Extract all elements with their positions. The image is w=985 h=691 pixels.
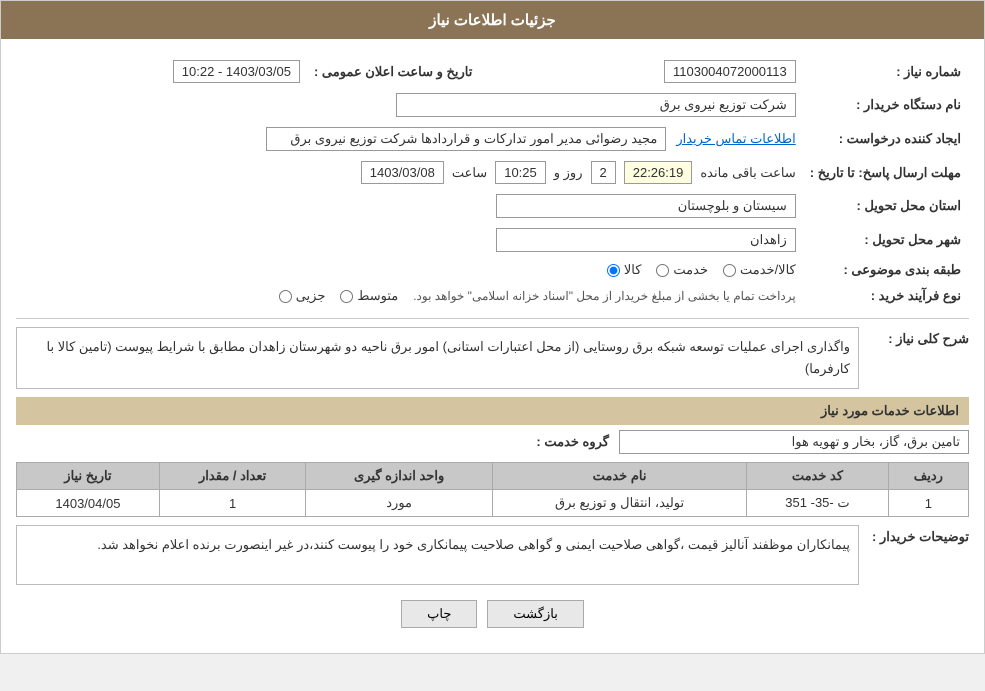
th-quantity: تعداد / مقدار — [159, 463, 306, 490]
response-time-label: ساعت — [452, 165, 487, 181]
description-section: شرح کلی نیاز : واگذاری اجرای عملیات توسع… — [16, 327, 969, 389]
row-creator: ایجاد کننده درخواست : مجید رضوائی مدیر ا… — [18, 123, 967, 155]
creator-value: مجید رضوائی مدیر امور تدارکات و قرارداده… — [18, 123, 802, 155]
table-cell-date: 1403/04/05 — [17, 490, 160, 517]
purchase-type-note: پرداخت تمام یا بخشی از مبلغ خریدار از مح… — [413, 289, 796, 303]
services-table-head: ردیف کد خدمت نام خدمت واحد اندازه گیری ت… — [17, 463, 969, 490]
city-label: شهر محل تحویل : — [804, 224, 967, 256]
buyer-org-box: شرکت توزیع نیروی برق — [396, 93, 796, 117]
separator-1 — [16, 318, 969, 319]
need-number-label: شماره نیاز : — [804, 56, 967, 87]
city-box: زاهدان — [496, 228, 796, 252]
th-unit: واحد اندازه گیری — [306, 463, 493, 490]
category-radios: کالا خدمت کالا/خدمت — [18, 258, 802, 282]
table-cell-quantity: 1 — [159, 490, 306, 517]
table-cell-unit: مورد — [306, 490, 493, 517]
radio-khedmat[interactable] — [656, 264, 669, 277]
need-number-value: 1103004072000113 — [504, 56, 801, 87]
content-area: شماره نیاز : 1103004072000113 تاریخ و سا… — [1, 39, 984, 653]
radio-mottavasset-label: متوسط — [357, 288, 398, 304]
row-city: شهر محل تحویل : زاهدان — [18, 224, 967, 256]
purchase-type-label: نوع فرآیند خرید : — [804, 284, 967, 308]
remaining-time-box: 22:26:19 — [624, 161, 693, 184]
table-cell-service_code: ت -35- 351 — [747, 490, 889, 517]
radio-item-kala[interactable]: کالا — [607, 262, 642, 278]
creator-box: مجید رضوائی مدیر امور تدارکات و قرارداده… — [266, 127, 666, 151]
response-date-box: 1403/03/08 — [361, 161, 444, 184]
row-response-deadline: مهلت ارسال پاسخ: تا تاریخ : 1403/03/08 س… — [18, 157, 967, 188]
services-section-title: اطلاعات خدمات مورد نیاز — [16, 397, 969, 425]
th-date: تاریخ نیاز — [17, 463, 160, 490]
page-title: جزئیات اطلاعات نیاز — [429, 12, 556, 29]
province-box: سیستان و بلوچستان — [496, 194, 796, 218]
services-table-header-row: ردیف کد خدمت نام خدمت واحد اندازه گیری ت… — [17, 463, 969, 490]
page-header: جزئیات اطلاعات نیاز — [1, 1, 984, 39]
service-group-row: گروه خدمت : تامین برق، گاز، بخار و تهویه… — [16, 430, 969, 454]
city-value: زاهدان — [18, 224, 802, 256]
province-label: استان محل تحویل : — [804, 190, 967, 222]
category-label: طبقه بندی موضوعی : — [804, 258, 967, 282]
table-cell-row_num: 1 — [888, 490, 968, 517]
radio-item-khedmat[interactable]: خدمت — [656, 262, 708, 278]
radio-kala-khedmat-label: کالا/خدمت — [740, 262, 796, 278]
row-category: طبقه بندی موضوعی : کالا خدمت کالا/خدمت — [18, 258, 967, 282]
table-row: 1ت -35- 351تولید، انتقال و توزیع برقمورد… — [17, 490, 969, 517]
buyer-notes-section: توضیحات خریدار : پیمانکاران موظفند آنالی… — [16, 525, 969, 585]
radio-item-mottavasset[interactable]: متوسط — [340, 288, 398, 304]
row-purchase-type: نوع فرآیند خرید : جزیی متوسط پرداخت تمام… — [18, 284, 967, 308]
announcement-label: تاریخ و ساعت اعلان عمومی : — [308, 56, 502, 87]
buyer-org-value: شرکت توزیع نیروی برق — [18, 89, 802, 121]
radio-kala-khedmat[interactable] — [723, 264, 736, 277]
buttons-row: بازگشت چاپ — [16, 600, 969, 628]
description-box: واگذاری اجرای عملیات توسعه شبکه برق روست… — [16, 327, 859, 389]
service-group-label: گروه خدمت : — [536, 434, 609, 450]
th-row-num: ردیف — [888, 463, 968, 490]
announcement-value-box: 1403/03/05 - 10:22 — [173, 60, 300, 83]
th-service-name: نام خدمت — [492, 463, 746, 490]
description-label: شرح کلی نیاز : — [869, 327, 969, 347]
service-group-box: تامین برق، گاز، بخار و تهویه هوا — [619, 430, 969, 454]
print-button[interactable]: چاپ — [401, 600, 477, 628]
radio-jozi[interactable] — [279, 290, 292, 303]
radio-item-jozi[interactable]: جزیی — [279, 288, 326, 304]
row-need-number-announcement: شماره نیاز : 1103004072000113 تاریخ و سا… — [18, 56, 967, 87]
response-deadline-values: 1403/03/08 ساعت 10:25 روز و 2 22:26:19 س… — [18, 157, 802, 188]
response-time-box: 10:25 — [495, 161, 546, 184]
table-cell-service_name: تولید، انتقال و توزیع برق — [492, 490, 746, 517]
radio-khedmat-label: خدمت — [673, 262, 708, 278]
services-table: ردیف کد خدمت نام خدمت واحد اندازه گیری ت… — [16, 462, 969, 517]
radio-item-kala-khedmat[interactable]: کالا/خدمت — [723, 262, 796, 278]
buyer-org-label: نام دستگاه خریدار : — [804, 89, 967, 121]
response-deadline-label: مهلت ارسال پاسخ: تا تاریخ : — [804, 157, 967, 188]
back-button[interactable]: بازگشت — [487, 600, 583, 628]
th-service-code: کد خدمت — [747, 463, 889, 490]
purchase-type-value: جزیی متوسط پرداخت تمام یا بخشی از مبلغ خ… — [18, 284, 802, 308]
radio-kala-label: کالا — [624, 262, 642, 278]
remaining-days-label: روز و — [554, 165, 583, 181]
main-info-grid: شماره نیاز : 1103004072000113 تاریخ و سا… — [16, 54, 969, 310]
remaining-time-label-text: ساعت باقی مانده — [700, 165, 795, 181]
services-table-body: 1ت -35- 351تولید، انتقال و توزیع برقمورد… — [17, 490, 969, 517]
radio-jozi-label: جزیی — [296, 288, 326, 304]
need-number-box: 1103004072000113 — [664, 60, 796, 83]
province-value: سیستان و بلوچستان — [18, 190, 802, 222]
page-wrapper: جزئیات اطلاعات نیاز شماره نیاز : 1103004… — [0, 0, 985, 654]
radio-kala[interactable] — [607, 264, 620, 277]
buyer-notes-label: توضیحات خریدار : — [869, 525, 969, 545]
row-buyer-org: نام دستگاه خریدار : شرکت توزیع نیروی برق — [18, 89, 967, 121]
remaining-days-box: 2 — [591, 161, 616, 184]
buyer-notes-box: پیمانکاران موظفند آنالیز قیمت ،گواهی صلا… — [16, 525, 859, 585]
announcement-value: 1403/03/05 - 10:22 — [18, 56, 306, 87]
row-province: استان محل تحویل : سیستان و بلوچستان — [18, 190, 967, 222]
radio-mottavasset[interactable] — [340, 290, 353, 303]
creator-link[interactable]: اطلاعات تماس خریدار — [676, 131, 795, 147]
creator-label: ایجاد کننده درخواست : — [804, 123, 967, 155]
